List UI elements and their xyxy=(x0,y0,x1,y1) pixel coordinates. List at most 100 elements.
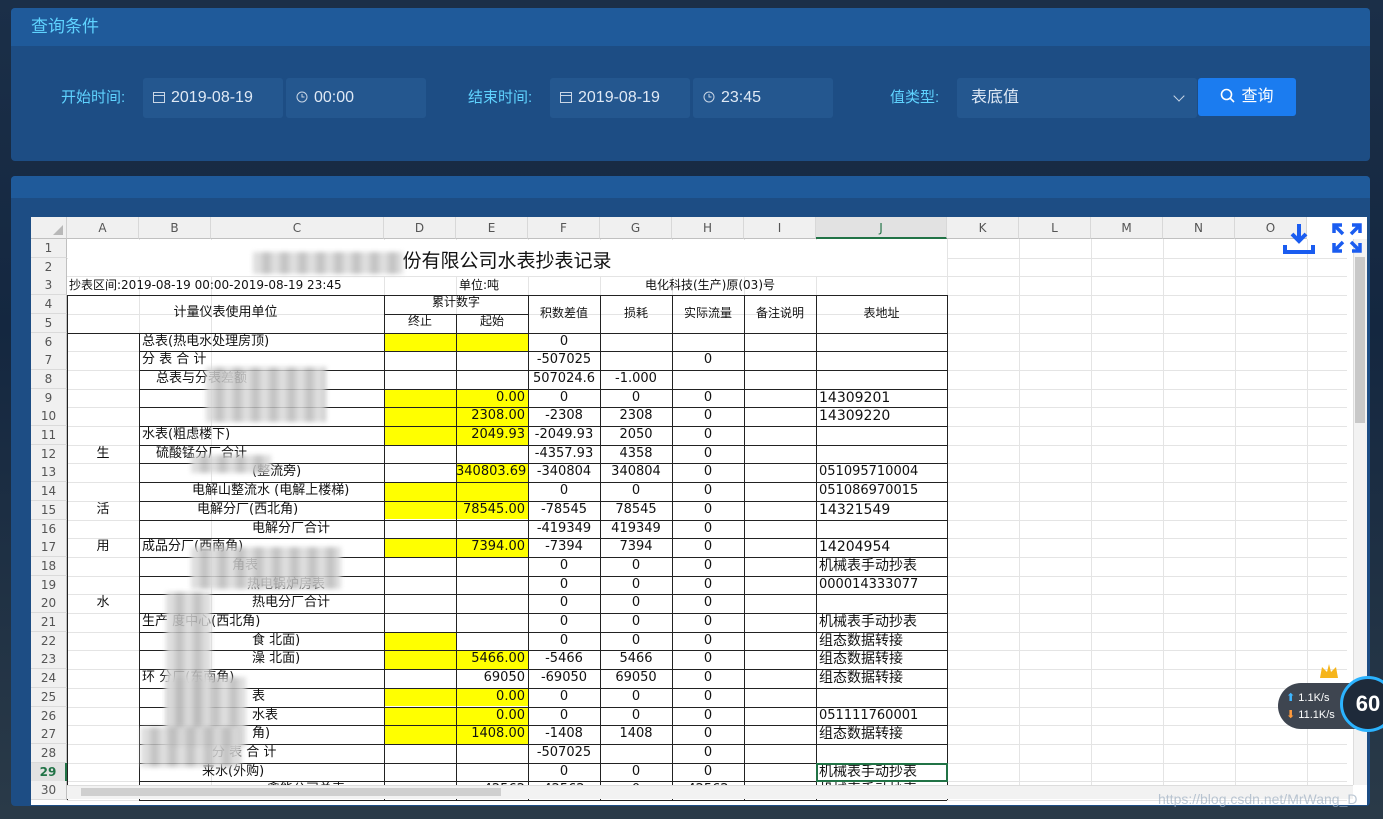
flow-value[interactable]: 0 xyxy=(672,538,744,557)
diff-value[interactable]: 0 xyxy=(528,613,600,632)
loss-value[interactable]: 0 xyxy=(600,763,672,782)
start-date-input[interactable]: 2019-08-19 xyxy=(143,78,283,118)
diff-value[interactable]: 0 xyxy=(528,389,600,408)
end-time-input[interactable]: 23:45 xyxy=(693,78,833,118)
flow-value[interactable]: 0 xyxy=(672,576,744,595)
row-header[interactable]: 11 xyxy=(31,426,67,445)
flow-value[interactable]: 0 xyxy=(672,426,744,445)
start-value[interactable]: 0.00 xyxy=(456,707,528,726)
meter-address[interactable]: 组态数据转接 xyxy=(816,669,947,688)
start-time-input[interactable]: 00:00 xyxy=(286,78,426,118)
flow-value[interactable]: 0 xyxy=(672,445,744,464)
loss-value[interactable]: -1.000 xyxy=(600,370,672,389)
flow-value[interactable]: 0 xyxy=(672,407,744,426)
row-header[interactable]: 7 xyxy=(31,351,67,371)
flow-value[interactable]: 0 xyxy=(672,707,744,726)
meter-address[interactable]: 000014333077 xyxy=(816,576,947,595)
diff-value[interactable]: 0 xyxy=(528,576,600,595)
meter-address[interactable]: 组态数据转接 xyxy=(816,632,947,651)
column-header[interactable]: C xyxy=(211,217,384,239)
diff-value[interactable]: 0 xyxy=(528,594,600,613)
start-value[interactable]: 2049.93 xyxy=(456,426,528,445)
diff-value[interactable]: -340804 xyxy=(528,463,600,482)
start-value[interactable]: 5466.00 xyxy=(456,650,528,669)
flow-value[interactable]: 0 xyxy=(672,482,744,501)
loss-value[interactable]: 0 xyxy=(600,389,672,408)
end-date-input[interactable]: 2019-08-19 xyxy=(550,78,690,118)
start-value[interactable]: 340803.69 xyxy=(456,463,528,482)
flow-value[interactable]: 0 xyxy=(672,501,744,520)
meter-address[interactable]: 14309201 xyxy=(816,389,947,408)
loss-value[interactable]: 0 xyxy=(600,613,672,632)
diff-value[interactable]: -2308 xyxy=(528,407,600,426)
diff-value[interactable]: 507024.6 xyxy=(528,370,600,389)
column-header[interactable]: H xyxy=(672,217,744,239)
loss-value[interactable]: 0 xyxy=(600,632,672,651)
flow-value[interactable]: 0 xyxy=(672,650,744,669)
row-header[interactable]: 8 xyxy=(31,369,67,389)
meter-address[interactable]: 机械表手动抄表 xyxy=(816,613,947,632)
select-all-corner[interactable] xyxy=(31,217,67,239)
row-header[interactable]: 26 xyxy=(31,706,67,726)
meter-address[interactable]: 组态数据转接 xyxy=(816,725,947,744)
row-header[interactable]: 14 xyxy=(31,482,67,502)
download-icon[interactable] xyxy=(1282,221,1316,255)
diff-value[interactable]: -1408 xyxy=(528,725,600,744)
row-header[interactable]: 6 xyxy=(31,332,67,352)
row-header[interactable]: 28 xyxy=(31,743,67,763)
meter-address[interactable]: 14321549 xyxy=(816,501,947,520)
row-header[interactable]: 5 xyxy=(31,313,67,333)
row-header[interactable]: 30 xyxy=(31,781,67,801)
row-header[interactable]: 10 xyxy=(31,407,67,427)
meter-address[interactable]: 14309220 xyxy=(816,407,947,426)
start-value[interactable]: 0.00 xyxy=(456,389,528,408)
row-header[interactable]: 23 xyxy=(31,650,67,670)
meter-address[interactable]: 051086970015 xyxy=(816,482,947,501)
meter-address[interactable]: 14204954 xyxy=(816,538,947,557)
column-header[interactable]: D xyxy=(384,217,456,239)
diff-value[interactable]: 0 xyxy=(528,688,600,707)
row-header[interactable]: 2 xyxy=(31,257,67,277)
vertical-scrollbar-thumb[interactable] xyxy=(1355,257,1365,423)
column-header[interactable]: F xyxy=(528,217,600,239)
flow-value[interactable]: 0 xyxy=(672,669,744,688)
loss-value[interactable]: 2050 xyxy=(600,426,672,445)
selected-cell[interactable] xyxy=(816,762,948,783)
flow-value[interactable]: 0 xyxy=(672,557,744,576)
loss-value[interactable]: 340804 xyxy=(600,463,672,482)
loss-value[interactable]: 419349 xyxy=(600,520,672,539)
diff-value[interactable]: -507025 xyxy=(528,744,600,763)
flow-value[interactable]: 0 xyxy=(672,632,744,651)
row-header[interactable]: 19 xyxy=(31,575,67,595)
diff-value[interactable]: 0 xyxy=(528,632,600,651)
column-header[interactable]: K xyxy=(947,217,1019,239)
start-value[interactable]: 2308.00 xyxy=(456,407,528,426)
column-header[interactable]: J xyxy=(816,217,947,239)
fullscreen-icon[interactable] xyxy=(1330,221,1364,255)
row-header[interactable]: 24 xyxy=(31,669,67,689)
loss-value[interactable]: 5466 xyxy=(600,650,672,669)
column-header[interactable]: M xyxy=(1091,217,1163,239)
meter-address[interactable]: 051095710004 xyxy=(816,463,947,482)
diff-value[interactable]: 0 xyxy=(528,333,600,352)
loss-value[interactable]: 0 xyxy=(600,688,672,707)
row-header[interactable]: 25 xyxy=(31,687,67,707)
column-header[interactable]: E xyxy=(456,217,528,239)
flow-value[interactable]: 0 xyxy=(672,520,744,539)
column-header[interactable]: G xyxy=(600,217,672,239)
row-header[interactable]: 22 xyxy=(31,631,67,651)
query-button[interactable]: 查询 xyxy=(1198,78,1296,116)
diff-value[interactable]: 0 xyxy=(528,707,600,726)
loss-value[interactable]: 2308 xyxy=(600,407,672,426)
value-type-select[interactable]: 表底值 xyxy=(957,78,1197,118)
row-header[interactable]: 4 xyxy=(31,295,67,315)
loss-value[interactable]: 7394 xyxy=(600,538,672,557)
flow-value[interactable]: 0 xyxy=(672,688,744,707)
flow-value[interactable]: 0 xyxy=(672,725,744,744)
flow-value[interactable]: 0 xyxy=(672,744,744,763)
diff-value[interactable]: -2049.93 xyxy=(528,426,600,445)
row-header[interactable]: 3 xyxy=(31,276,67,296)
start-value[interactable]: 1408.00 xyxy=(456,725,528,744)
diff-value[interactable]: -7394 xyxy=(528,538,600,557)
row-header[interactable]: 15 xyxy=(31,500,67,520)
